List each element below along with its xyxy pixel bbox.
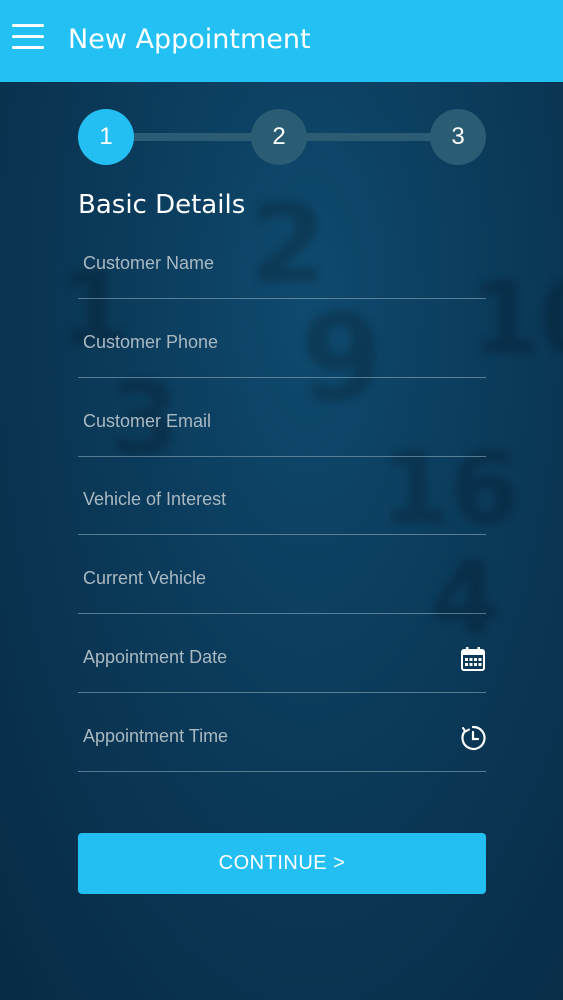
customer-name-field — [78, 220, 486, 299]
vehicle-of-interest-field — [78, 456, 486, 535]
vehicle-of-interest-input[interactable] — [78, 478, 445, 520]
appointment-time-input[interactable] — [78, 715, 445, 757]
page-title: New Appointment — [68, 24, 311, 55]
progress-stepper: 1 2 3 — [78, 109, 486, 165]
customer-phone-field — [78, 299, 486, 378]
customer-name-input[interactable] — [78, 242, 445, 284]
customer-email-field — [78, 378, 486, 457]
appointment-time-field — [78, 693, 486, 772]
customer-email-input[interactable] — [78, 400, 445, 442]
clock-icon[interactable] — [460, 725, 486, 751]
step-3[interactable]: 3 — [430, 109, 486, 165]
appointment-date-input[interactable] — [78, 636, 445, 678]
current-vehicle-field — [78, 535, 486, 614]
hamburger-menu-icon[interactable] — [12, 24, 44, 56]
step-2[interactable]: 2 — [251, 109, 307, 165]
customer-phone-input[interactable] — [78, 321, 445, 363]
current-vehicle-input[interactable] — [78, 557, 445, 599]
continue-button[interactable]: CONTINUE > — [78, 833, 486, 894]
app-bar: New Appointment — [0, 0, 563, 82]
appointment-date-field — [78, 614, 486, 693]
calendar-icon[interactable] — [460, 646, 486, 672]
section-title: Basic Details — [78, 190, 246, 220]
step-1[interactable]: 1 — [78, 109, 134, 165]
